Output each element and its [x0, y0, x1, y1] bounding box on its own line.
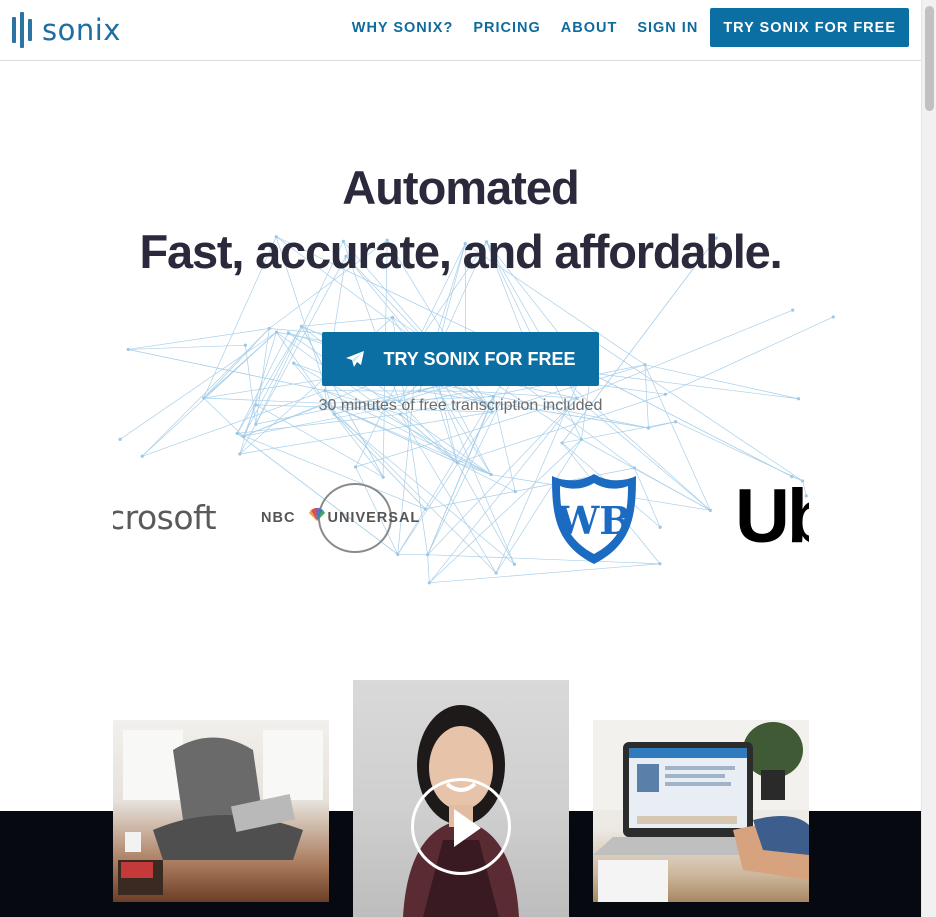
person-laptop-illustration: [118, 730, 323, 895]
laptop-screen-photo: [593, 720, 809, 902]
person-laptop-photo: [113, 720, 329, 902]
microsoft-logo: crosoft: [113, 498, 217, 537]
sonix-logo[interactable]: sonix: [12, 12, 121, 48]
scrollbar-thumb[interactable]: [925, 6, 934, 111]
main-nav: WHY SONIX? PRICING ABOUT SIGN IN TRY SON…: [332, 8, 909, 47]
laptop-illustration: [593, 720, 809, 902]
warner-bros-logo: WB: [552, 474, 636, 564]
logo-text: sonix: [42, 13, 121, 47]
client-logos-strip: crosoft NBC UNIVERSAL WB Ub: [113, 460, 809, 580]
hero-subtitle: 30 minutes of free transcription include…: [318, 397, 603, 414]
video-thumbnail[interactable]: [353, 680, 569, 917]
play-icon[interactable]: [411, 778, 511, 875]
logo-bars-icon: [12, 12, 32, 48]
svg-text:WB: WB: [556, 498, 632, 543]
nbc-universal-text: NBC UNIVERSAL: [261, 510, 421, 526]
nav-pricing[interactable]: PRICING: [473, 20, 540, 36]
hero-cta-label: TRY SONIX FOR FREE: [383, 348, 576, 369]
site-header: sonix WHY SONIX? PRICING ABOUT SIGN IN T…: [0, 0, 921, 61]
page-scrollbar[interactable]: [921, 0, 936, 917]
paper-plane-icon: [346, 351, 365, 367]
hero-try-free-button[interactable]: TRY SONIX FOR FREE: [322, 332, 599, 386]
uber-logo: Ub: [735, 474, 809, 559]
hero-title-line2: Fast, accurate, and affordable.: [139, 225, 783, 278]
hero-title-line1: Automated: [342, 161, 579, 214]
nav-sign-in[interactable]: SIGN IN: [637, 20, 698, 36]
nbc-universal-logo: NBC UNIVERSAL: [261, 482, 451, 558]
peacock-icon: [309, 508, 325, 521]
nav-why-sonix[interactable]: WHY SONIX?: [352, 20, 454, 36]
nav-about[interactable]: ABOUT: [561, 20, 618, 36]
header-try-free-button[interactable]: TRY SONIX FOR FREE: [710, 8, 909, 47]
